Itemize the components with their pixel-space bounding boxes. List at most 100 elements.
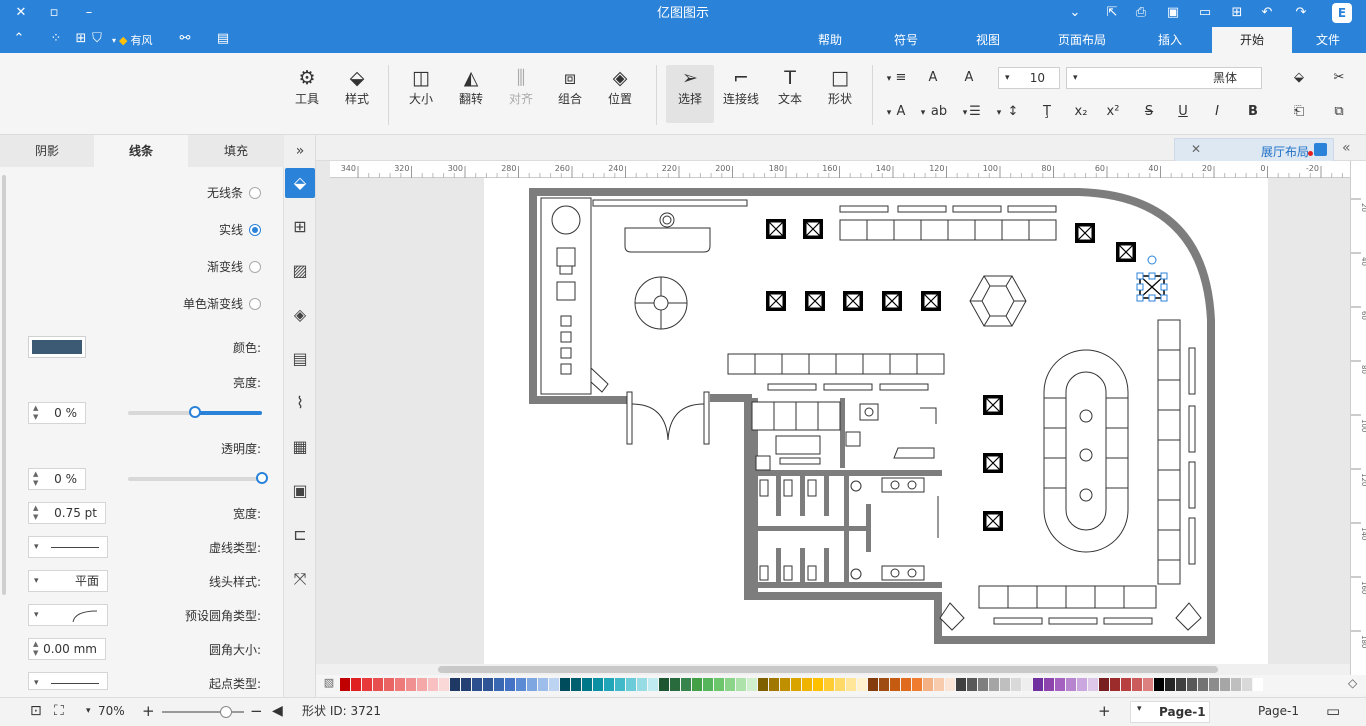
palette-swatch[interactable] — [934, 678, 944, 691]
palette-swatch[interactable] — [373, 678, 383, 691]
underline-icon[interactable]: U — [1174, 103, 1192, 121]
tab-help[interactable]: 帮助 — [810, 27, 850, 53]
transparency-spinner[interactable]: ▲ ▼ 0 % — [28, 468, 86, 490]
radio-gradient[interactable] — [249, 261, 261, 273]
palette-swatch[interactable] — [417, 678, 427, 691]
shade-slider[interactable] — [128, 406, 262, 418]
shirt-icon[interactable]: ⛉ — [88, 31, 106, 47]
page-tab[interactable]: Page-1 — [1258, 698, 1299, 725]
radio-solid[interactable] — [249, 224, 261, 236]
palette-swatch[interactable] — [1000, 678, 1010, 691]
palette-swatch[interactable] — [1022, 678, 1032, 691]
line-option-gradient[interactable]: 渐变线 — [207, 259, 261, 275]
dash-type-dropdown[interactable]: ▾ — [28, 536, 108, 558]
page-panel-icon[interactable]: ▤ — [288, 347, 312, 371]
palette-swatch[interactable] — [1033, 678, 1043, 691]
redo-icon[interactable]: ↷ — [1292, 5, 1310, 21]
palette-swatch[interactable] — [439, 678, 449, 691]
palette-swatch[interactable] — [692, 678, 702, 691]
fullscreen-icon[interactable]: ⛶ — [54, 698, 64, 725]
radio-none[interactable] — [249, 187, 261, 199]
palette-swatch[interactable] — [461, 678, 471, 691]
font-name-combo[interactable]: ▾ 黑体 — [1066, 67, 1262, 89]
palette-swatch[interactable] — [923, 678, 933, 691]
superscript-icon[interactable]: x² — [1104, 103, 1122, 121]
comment-panel-icon[interactable]: ⊏ — [288, 523, 312, 547]
palette-swatch[interactable] — [351, 678, 361, 691]
text-case-icon[interactable]: ab — [928, 103, 950, 121]
palette-swatch[interactable] — [1011, 678, 1021, 691]
transparency-slider[interactable] — [128, 472, 268, 484]
text-align-icon[interactable]: ≡ — [892, 69, 910, 87]
connector-button[interactable]: ⌐ 连接线 — [720, 65, 762, 107]
line-spacing-icon[interactable]: ↕ — [1004, 103, 1022, 121]
palette-swatch[interactable] — [1165, 678, 1175, 691]
preset-round-dropdown[interactable]: ▾ — [28, 604, 108, 626]
palette-swatch[interactable] — [1198, 678, 1208, 691]
zoom-out-icon[interactable]: − — [250, 698, 263, 725]
comment-icon[interactable]: ▤ — [214, 31, 232, 47]
open-icon[interactable]: ▭ — [1196, 5, 1214, 21]
quick-menu-icon[interactable]: ⌄ — [1066, 5, 1084, 21]
fit-page-icon[interactable]: ⊡ — [30, 698, 42, 725]
palette-swatch[interactable] — [582, 678, 592, 691]
round-size-spinner[interactable]: ▲ ▼ 0.00 mm — [28, 638, 106, 660]
undo-icon[interactable]: ↶ — [1258, 5, 1276, 21]
palette-swatch[interactable] — [516, 678, 526, 691]
palette-swatch[interactable] — [1077, 678, 1087, 691]
palette-swatch[interactable] — [703, 678, 713, 691]
palette-swatch[interactable] — [505, 678, 515, 691]
bullet-list-icon[interactable]: ☰ — [966, 103, 984, 121]
palette-swatch[interactable] — [593, 678, 603, 691]
line-option-none[interactable]: 无线条 — [207, 185, 261, 201]
style-button[interactable]: ⬙ 样式 — [338, 65, 376, 107]
play-icon[interactable]: ◀ — [272, 698, 283, 725]
palette-swatch[interactable] — [472, 678, 482, 691]
palette-swatch[interactable] — [538, 678, 548, 691]
palette-swatch[interactable] — [879, 678, 889, 691]
palette-swatch[interactable] — [1044, 678, 1054, 691]
panel-scrollbar[interactable] — [2, 175, 6, 595]
tab-home[interactable]: 开始 — [1212, 27, 1292, 53]
italic-icon[interactable]: I — [1208, 103, 1226, 121]
palette-swatch[interactable] — [395, 678, 405, 691]
horizontal-scroll-thumb[interactable] — [438, 666, 1218, 673]
palette-swatch[interactable] — [384, 678, 394, 691]
palette-swatch[interactable] — [1231, 678, 1241, 691]
palette-swatch[interactable] — [670, 678, 680, 691]
library-grid-icon[interactable]: ⊞ — [288, 215, 312, 239]
tab-fill[interactable]: 填充 — [188, 135, 284, 167]
page-view-icon[interactable]: ▭ — [1326, 698, 1340, 725]
palette-swatch[interactable] — [945, 678, 955, 691]
text-direction-icon[interactable]: Ţ — [1038, 103, 1056, 121]
palette-swatch[interactable] — [1088, 678, 1098, 691]
font-grow-icon[interactable]: A — [960, 69, 978, 87]
palette-swatch[interactable] — [483, 678, 493, 691]
paste-icon[interactable]: ⎗ — [1290, 103, 1308, 121]
print-icon[interactable]: ⎙ — [1132, 5, 1150, 21]
radio-mono-gradient[interactable] — [249, 298, 261, 310]
palette-swatch[interactable] — [769, 678, 779, 691]
palette-swatch[interactable] — [857, 678, 867, 691]
palette-swatch[interactable] — [967, 678, 977, 691]
palette-swatch[interactable] — [1099, 678, 1109, 691]
document-tab[interactable]: ✕ 展厅布局 — [1174, 138, 1334, 161]
size-button[interactable]: ◫ 大小 — [400, 65, 442, 107]
tab-page-layout[interactable]: 页面布局 — [1046, 27, 1118, 53]
line-option-mono-gradient[interactable]: 单色渐变线 — [183, 296, 261, 312]
palette-swatch[interactable] — [494, 678, 504, 691]
add-page-icon[interactable]: + — [1098, 698, 1111, 725]
palette-scroll-icon[interactable]: ◇ — [1348, 676, 1357, 690]
palette-swatch[interactable] — [1132, 678, 1142, 691]
cap-type-dropdown[interactable]: ▾ 平面 — [28, 570, 108, 592]
palette-swatch[interactable] — [1143, 678, 1153, 691]
palette-swatch[interactable] — [1253, 678, 1263, 691]
palette-swatch[interactable] — [1176, 678, 1186, 691]
layers-panel-icon[interactable]: ◈ — [288, 303, 312, 327]
font-size-combo[interactable]: ▾ 10 — [998, 67, 1060, 89]
start-type-dropdown[interactable]: ▾ — [28, 672, 108, 690]
palette-swatch[interactable] — [450, 678, 460, 691]
copy-icon[interactable]: ⧉ — [1330, 103, 1348, 121]
outline-panel-icon[interactable]: ▣ — [288, 479, 312, 503]
palette-swatch[interactable] — [835, 678, 845, 691]
